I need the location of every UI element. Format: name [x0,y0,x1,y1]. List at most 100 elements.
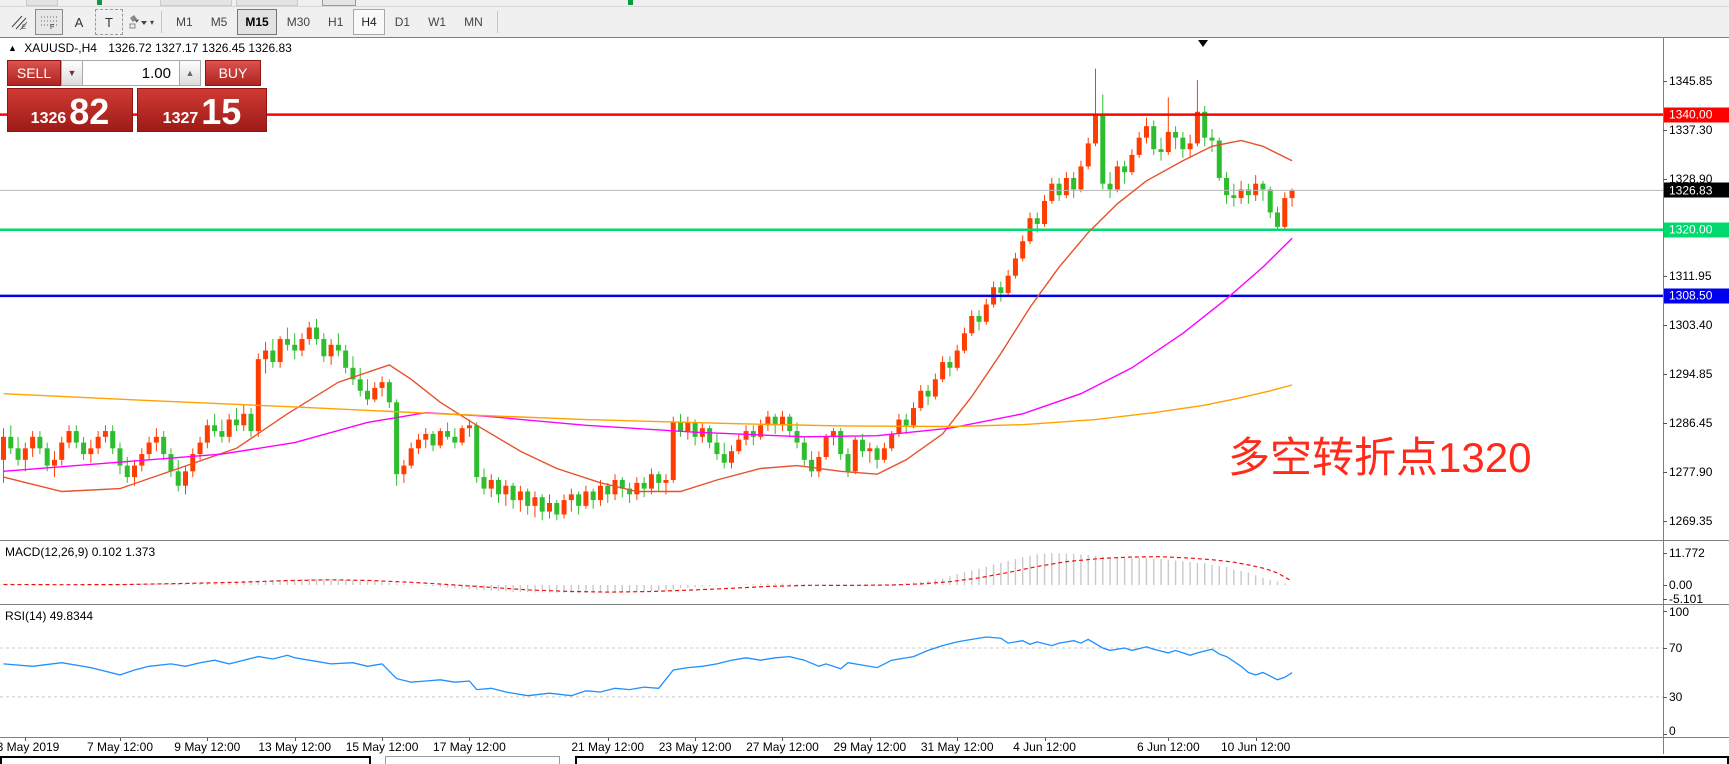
time-axis-label: 13 May 12:00 [258,740,331,754]
symbol-ohlc-values: 1326.72 1327.17 1326.45 1326.83 [108,41,292,55]
chart-toolbar: E F AT▾ M1M5M15M30H1H4D1W1MN [0,7,1729,38]
rsi-tick-label: 30 [1669,690,1682,704]
resistance-line-badge: 1340.00 [1664,107,1729,122]
macd-tick-label: 0.00 [1669,578,1692,592]
current-price-line-badge: 1326.83 [1664,183,1729,198]
sell-price-display[interactable]: 1326 82 [7,88,133,132]
timeframe-d1-button[interactable]: D1 [387,9,418,35]
macd-tick [1663,553,1667,554]
buy-price-handle: 1327 [163,110,199,128]
timeframe-m5-button[interactable]: M5 [203,9,236,35]
bottom-tab[interactable] [575,756,1729,764]
sell-price-pips: 82 [69,96,109,128]
price-tick [1663,179,1667,180]
timeframe-m15-button[interactable]: M15 [237,9,276,35]
time-axis-label: 29 May 12:00 [833,740,906,754]
toolbar-separator [161,11,162,33]
macd-tick-label: 11.772 [1669,546,1705,560]
time-axis-label: 4 Jun 12:00 [1013,740,1076,754]
price-tick [1663,423,1667,424]
symbol-header: ▲ XAUUSD-,H4 1326.72 1327.17 1326.45 132… [8,41,292,55]
time-axis-label: 6 Jun 12:00 [1137,740,1200,754]
macd-label: MACD(12,26,9) 0.102 1.373 [5,545,155,559]
price-tick [1663,521,1667,522]
price-tick-label: 1345.85 [1669,74,1712,88]
toolbar-separator [497,11,498,33]
macd-tick [1663,599,1667,600]
price-tick [1663,81,1667,82]
timeframe-m1-button[interactable]: M1 [168,9,201,35]
arrow-label-tool[interactable]: A [65,9,93,35]
support-line-badge: 1308.50 [1664,288,1729,303]
time-axis-label: 7 May 12:00 [87,740,153,754]
strip-button [26,0,58,6]
bottom-tab[interactable] [385,756,560,764]
time-axis-label: 3 May 2019 [0,740,59,754]
fibonacci-tool-icon[interactable]: F [35,9,63,35]
price-tick-label: 1294.85 [1669,367,1712,381]
top-toolbar-strip [0,0,1729,7]
rsi-tick [1663,648,1667,649]
timeframe-w1-button[interactable]: W1 [420,9,454,35]
time-axis-label: 9 May 12:00 [174,740,240,754]
volume-increase-button[interactable]: ▲ [179,60,201,86]
buy-price-display[interactable]: 1327 15 [137,88,267,132]
macd-indicator-pane[interactable] [0,541,1663,604]
time-axis-label: 21 May 12:00 [571,740,644,754]
buy-price-pips: 15 [201,96,241,128]
time-axis-label: 31 May 12:00 [921,740,994,754]
price-tick [1663,325,1667,326]
collapse-marker-icon[interactable]: ▲ [8,43,17,53]
rsi-tick-label: 100 [1669,605,1689,619]
rsi-tick [1663,697,1667,698]
strip-button [322,0,356,6]
symbol-title: XAUUSD-,H4 [24,41,97,55]
volume-input[interactable] [83,60,179,86]
rsi-tick [1663,611,1667,612]
strip-indicator-icon [97,0,102,5]
price-tick-label: 1269.35 [1669,514,1712,528]
timeframe-m30-button[interactable]: M30 [279,9,318,35]
strip-indicator-icon [628,0,633,5]
volume-decrease-button[interactable]: ▼ [61,60,83,86]
timeframe-mn-button[interactable]: MN [456,9,491,35]
rsi-tick-label: 70 [1669,641,1682,655]
bottom-tab[interactable] [0,756,371,764]
rsi-label: RSI(14) 49.8344 [5,609,93,623]
time-axis-label: 27 May 12:00 [746,740,819,754]
price-tick-label: 1286.45 [1669,416,1712,430]
one-click-trading-panel: SELL ▼ ▲ BUY 1326 82 1327 15 [7,60,267,132]
chart-shift-marker-icon[interactable] [1198,40,1208,47]
timeframe-h4-button[interactable]: H4 [353,9,384,35]
strip-button [236,0,298,6]
timeframe-h1-button[interactable]: H1 [320,9,351,35]
rsi-tick-label: 0 [1669,724,1676,738]
price-tick-label: 1277.90 [1669,465,1712,479]
time-axis-label: 17 May 12:00 [433,740,506,754]
buy-button[interactable]: BUY [205,60,261,86]
time-axis-label: 10 Jun 12:00 [1221,740,1290,754]
time-axis-label: 23 May 12:00 [659,740,732,754]
svg-text:F: F [50,24,54,30]
time-axis-label: 15 May 12:00 [346,740,419,754]
price-tick [1663,374,1667,375]
chart-annotation-text: 多空转折点1320 [1228,437,1531,479]
text-tool[interactable]: T [95,9,123,35]
price-tick-label: 1303.40 [1669,318,1712,332]
sell-price-handle: 1326 [31,110,67,128]
price-tick [1663,130,1667,131]
svg-text:E: E [22,25,26,30]
strip-button [160,0,232,6]
sell-button[interactable]: SELL [7,60,61,86]
rsi-tick [1663,734,1667,735]
price-tick-label: 1311.95 [1669,269,1712,283]
macd-tick-label: -5.101 [1669,592,1703,606]
rsi-indicator-pane[interactable] [0,605,1663,737]
shapes-tool-icon[interactable]: ▾ [125,9,155,35]
price-tick [1663,472,1667,473]
macd-tick [1663,585,1667,586]
equidistant-channel-tool-icon[interactable]: E [5,9,33,35]
price-tick [1663,276,1667,277]
price-tick-label: 1337.30 [1669,123,1712,137]
pivot-line-badge: 1320.00 [1664,222,1729,237]
